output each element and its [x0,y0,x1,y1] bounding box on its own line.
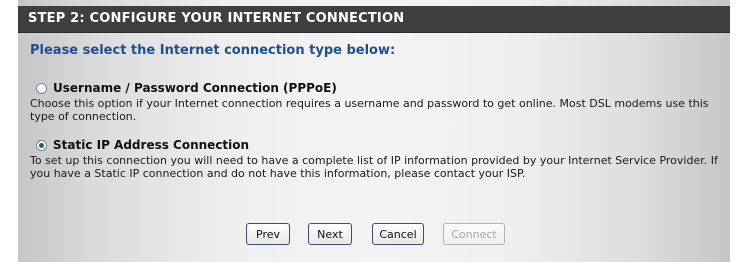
cancel-button[interactable]: Cancel [372,223,424,245]
connection-type-prompt: Please select the Internet connection ty… [30,43,396,58]
option-pppoe: Username / Password Connection (PPPoE) C… [30,80,726,123]
pppoe-radio-label[interactable]: Username / Password Connection (PPPoE) [36,80,726,96]
static-ip-label[interactable]: Static IP Address Connection [53,138,249,152]
wizard-panel: STEP 2: CONFIGURE YOUR INTERNET CONNECTI… [18,0,730,262]
wizard-buttons: Prev Next Cancel Connect [18,223,730,247]
pppoe-label[interactable]: Username / Password Connection (PPPoE) [53,81,337,95]
step-title: STEP 2: CONFIGURE YOUR INTERNET CONNECTI… [28,11,405,26]
wizard-header: STEP 2: CONFIGURE YOUR INTERNET CONNECTI… [18,6,730,33]
option-static-ip: Static IP Address Connection To set up t… [30,137,726,180]
pppoe-radio[interactable] [36,82,47,94]
static-ip-description: To set up this connection you will need … [30,154,718,180]
pppoe-description: Choose this option if your Internet conn… [30,97,709,123]
static-ip-radio[interactable] [36,139,47,151]
static-ip-radio-label[interactable]: Static IP Address Connection [36,137,726,153]
connect-button[interactable]: Connect [443,223,505,245]
prev-button[interactable]: Prev [246,223,290,245]
next-button[interactable]: Next [308,223,352,245]
